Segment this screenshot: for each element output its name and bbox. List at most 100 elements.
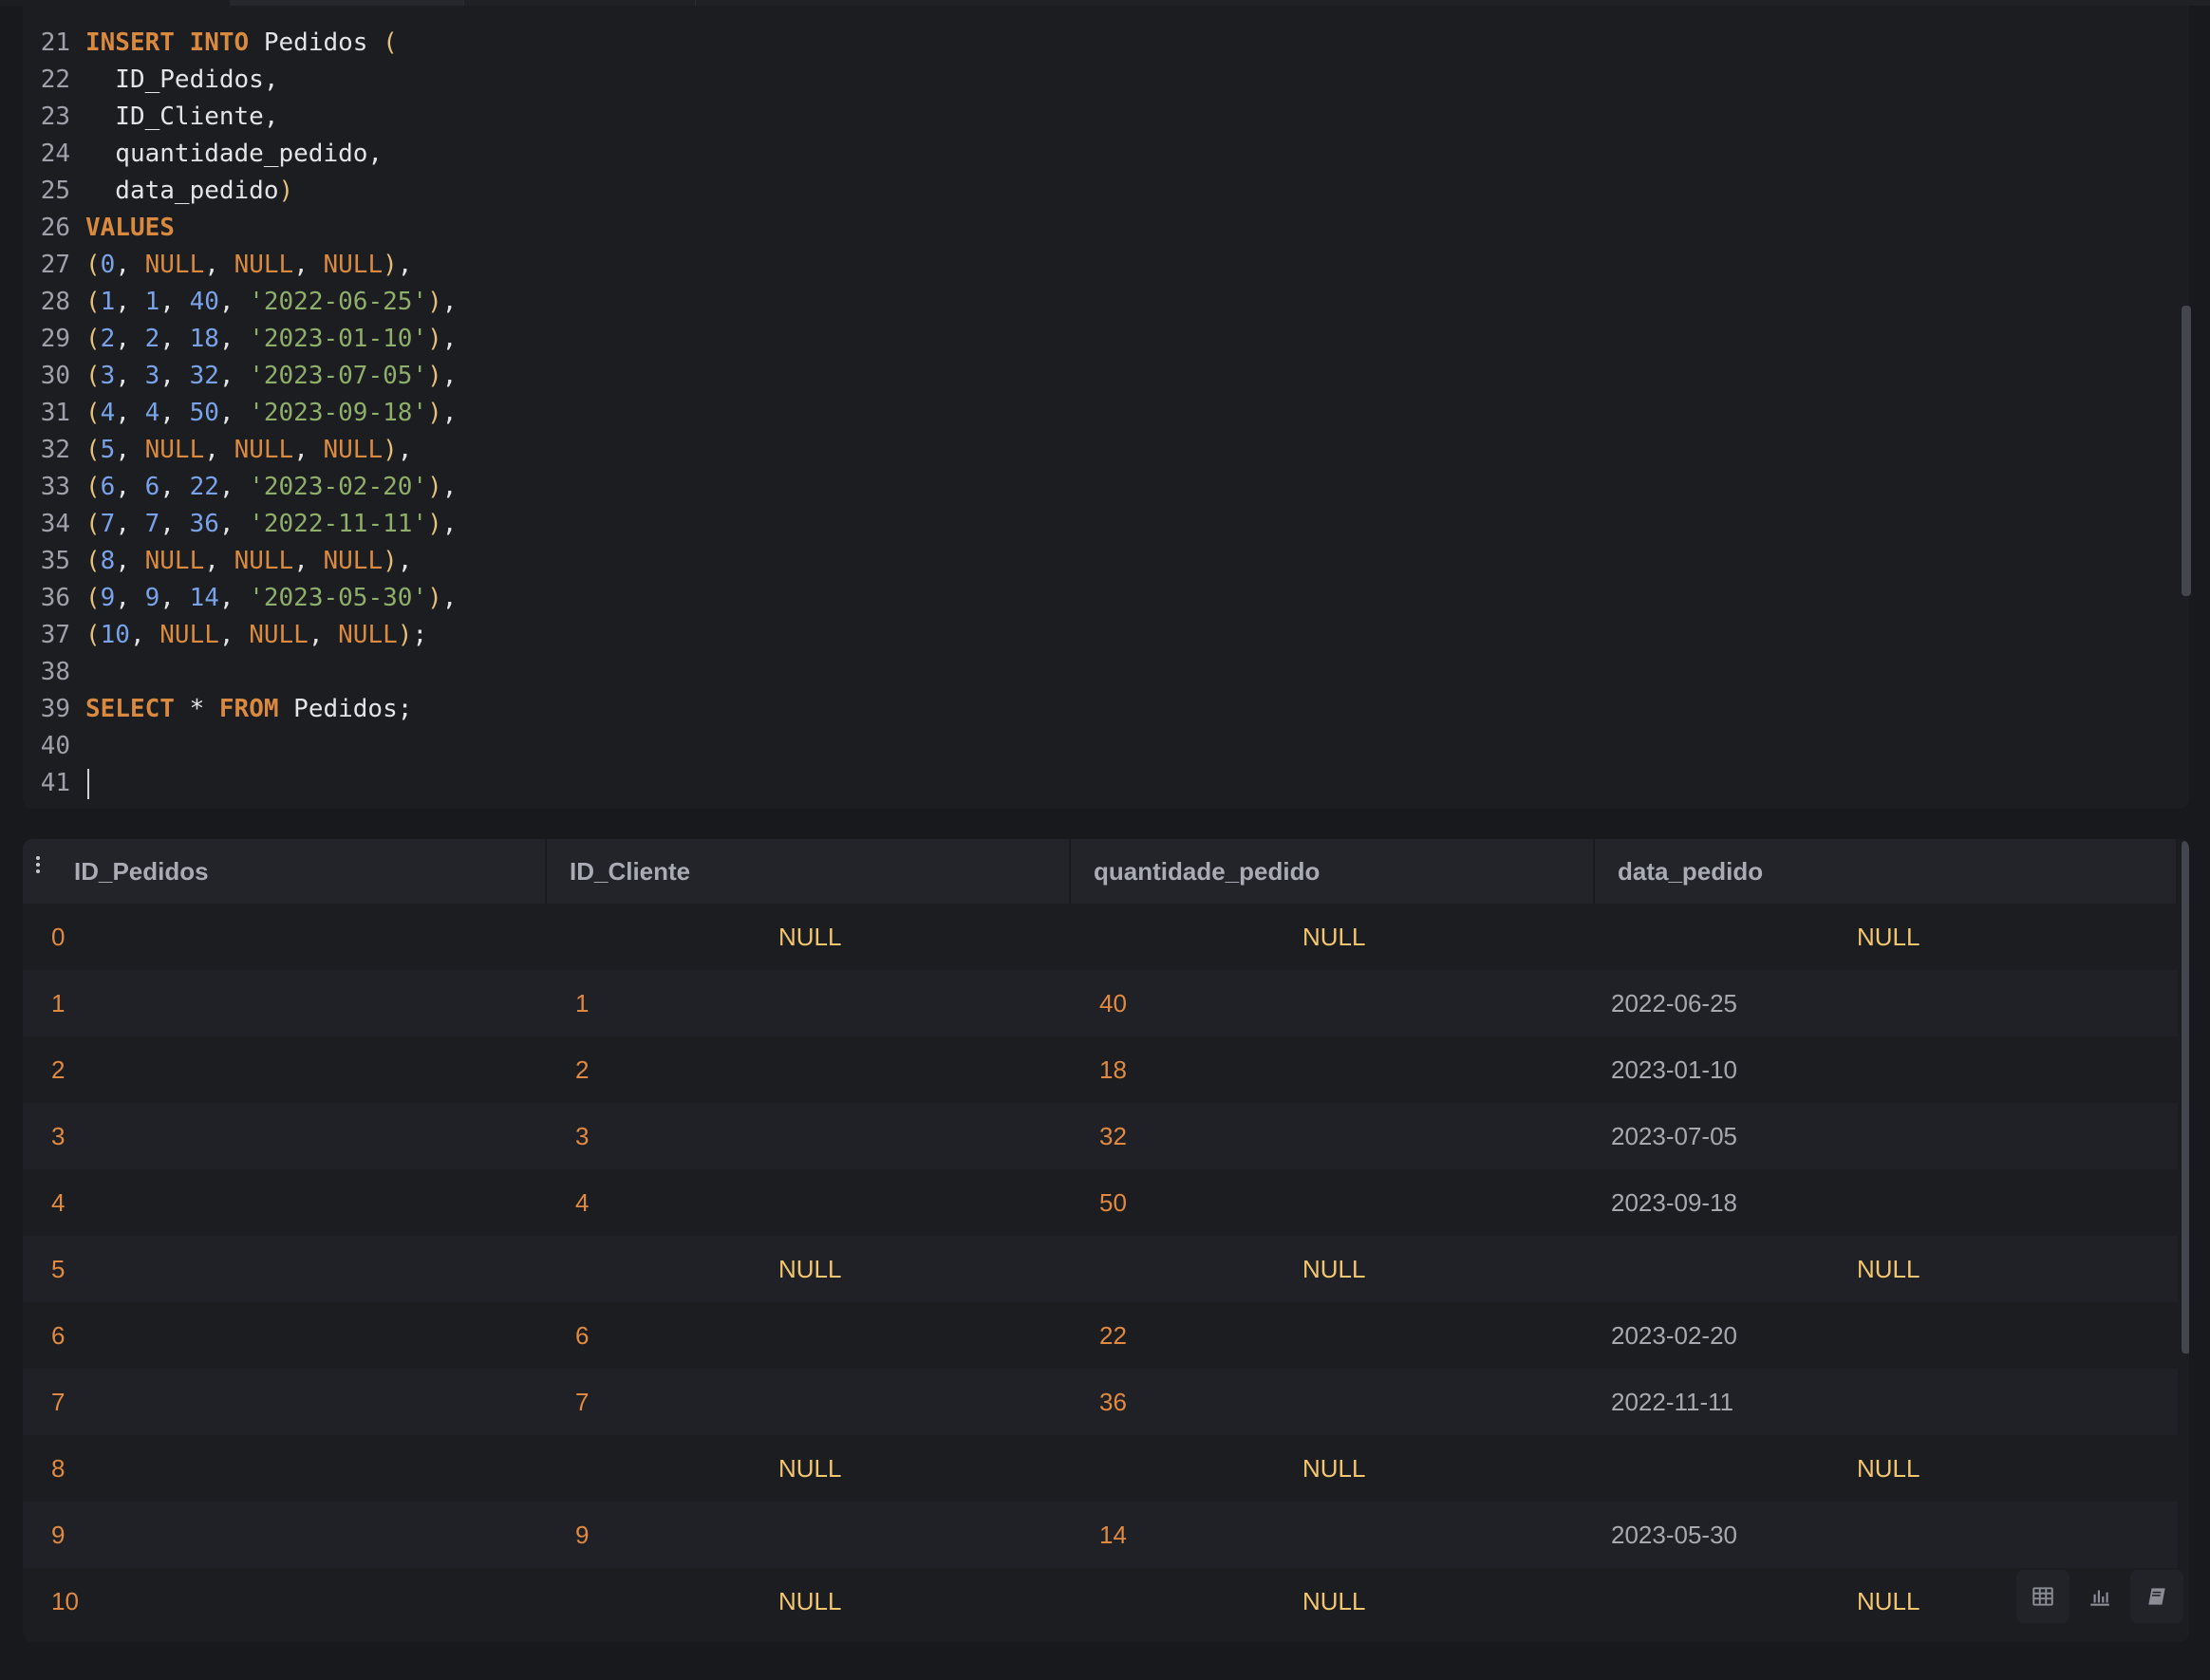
code-line[interactable]: 25 data_pedido): [23, 173, 293, 210]
code-line[interactable]: 26 VALUES: [23, 210, 175, 247]
table-cell[interactable]: 2023-01-10: [1611, 1036, 1737, 1103]
code-line[interactable]: 35 (8, NULL, NULL, NULL),: [23, 543, 413, 580]
code-line[interactable]: 23 ID_Cliente,: [23, 99, 279, 136]
table-cell[interactable]: NULL: [1857, 904, 1920, 970]
table-row[interactable]: 9 9 14 2023-05-30: [23, 1502, 2178, 1568]
code-line[interactable]: 33 (6, 6, 22, '2023-02-20'),: [23, 469, 458, 506]
code-token: 8: [100, 547, 116, 575]
table-row[interactable]: 4 4 50 2023-09-18: [23, 1169, 2178, 1236]
code-token: ,: [159, 325, 190, 353]
line-number: 24: [40, 140, 70, 168]
code-line[interactable]: 31 (4, 4, 50, '2023-09-18'),: [23, 395, 458, 432]
table-cell[interactable]: NULL: [1302, 1435, 1365, 1502]
table-row[interactable]: 7 7 36 2022-11-11: [23, 1369, 2178, 1435]
line-number: 41: [40, 769, 70, 797]
table-cell[interactable]: 1: [51, 970, 65, 1036]
code-line[interactable]: 29 (2, 2, 18, '2023-01-10'),: [23, 321, 458, 358]
table-row[interactable]: 1 1 40 2022-06-25: [23, 970, 2178, 1036]
editor-scrollbar[interactable]: [2182, 306, 2191, 596]
table-cell[interactable]: NULL: [1302, 1236, 1365, 1302]
table-cell[interactable]: 4: [51, 1169, 65, 1236]
table-cell[interactable]: 9: [51, 1502, 65, 1568]
code-line[interactable]: 36 (9, 9, 14, '2023-05-30'),: [23, 580, 458, 617]
table-view-button[interactable]: [2016, 1570, 2070, 1623]
table-cell[interactable]: 7: [575, 1369, 589, 1435]
table-cell[interactable]: 2022-11-11: [1611, 1369, 1733, 1435]
code-token: (: [85, 621, 101, 649]
table-cell[interactable]: 3: [51, 1103, 65, 1169]
table-row[interactable]: 2 2 18 2023-01-10: [23, 1036, 2178, 1103]
code-token: ,: [441, 473, 458, 501]
table-cell[interactable]: 2: [575, 1036, 589, 1103]
table-cell[interactable]: 36: [1099, 1369, 1127, 1435]
table-cell[interactable]: 8: [51, 1435, 65, 1502]
code-line[interactable]: 24 quantidade_pedido,: [23, 136, 383, 173]
table-cell[interactable]: 14: [1099, 1502, 1127, 1568]
table-cell[interactable]: NULL: [778, 1236, 841, 1302]
table-cell[interactable]: NULL: [1302, 904, 1365, 970]
code-token: Pedidos: [249, 28, 384, 57]
table-cell[interactable]: 18: [1099, 1036, 1127, 1103]
table-cell[interactable]: 7: [51, 1369, 65, 1435]
table-row[interactable]: 8 NULL NULL NULL: [23, 1435, 2178, 1502]
table-cell[interactable]: 6: [51, 1302, 65, 1369]
table-cell[interactable]: 10: [51, 1568, 79, 1634]
table-cell[interactable]: 6: [575, 1302, 589, 1369]
code-line[interactable]: 28 (1, 1, 40, '2022-06-25'),: [23, 284, 458, 321]
code-token: (: [85, 584, 101, 612]
table-cell[interactable]: 3: [575, 1103, 589, 1169]
code-line[interactable]: 22 ID_Pedidos,: [23, 62, 279, 99]
notebook-view-button[interactable]: [2130, 1570, 2183, 1623]
table-cell[interactable]: 2022-06-25: [1611, 970, 1737, 1036]
code-line[interactable]: 38: [23, 654, 85, 691]
table-cell[interactable]: 40: [1099, 970, 1127, 1036]
table-cell[interactable]: NULL: [1302, 1568, 1365, 1634]
table-cell[interactable]: NULL: [778, 904, 841, 970]
column-header[interactable]: ID_Cliente: [547, 839, 1071, 904]
code-line[interactable]: 39 SELECT * FROM Pedidos;: [23, 691, 413, 728]
table-cell[interactable]: NULL: [1857, 1435, 1920, 1502]
table-cell[interactable]: NULL: [1857, 1568, 1920, 1634]
code-line[interactable]: 21 INSERT INTO Pedidos (: [23, 25, 398, 62]
code-token: ,: [293, 436, 324, 464]
table-cell[interactable]: 2023-05-30: [1611, 1502, 1737, 1568]
code-line[interactable]: 34 (7, 7, 36, '2022-11-11'),: [23, 506, 458, 543]
table-cell[interactable]: 22: [1099, 1302, 1127, 1369]
table-row[interactable]: 5 NULL NULL NULL: [23, 1236, 2178, 1302]
table-cell[interactable]: 9: [575, 1502, 589, 1568]
table-cell[interactable]: 50: [1099, 1169, 1127, 1236]
table-cell[interactable]: 1: [575, 970, 589, 1036]
code-line[interactable]: 41: [23, 765, 89, 802]
table-cell[interactable]: 5: [51, 1236, 65, 1302]
table-cell[interactable]: 2023-09-18: [1611, 1169, 1737, 1236]
table-cell[interactable]: 0: [51, 904, 65, 970]
column-header[interactable]: data_pedido: [1595, 839, 2178, 904]
table-cell[interactable]: 32: [1099, 1103, 1127, 1169]
table-row[interactable]: 0 NULL NULL NULL: [23, 904, 2178, 970]
code-token: ,: [218, 288, 250, 316]
table-cell[interactable]: 2023-02-20: [1611, 1302, 1737, 1369]
code-line[interactable]: 32 (5, NULL, NULL, NULL),: [23, 432, 413, 469]
column-header[interactable]: quantidade_pedido: [1071, 839, 1595, 904]
table-row[interactable]: 6 6 22 2023-02-20: [23, 1302, 2178, 1369]
code-token: 50: [189, 399, 219, 427]
code-token: ): [383, 547, 398, 575]
code-line[interactable]: 27 (0, NULL, NULL, NULL),: [23, 247, 413, 284]
table-cell[interactable]: NULL: [1857, 1236, 1920, 1302]
sql-editor[interactable]: 21 INSERT INTO Pedidos (22 ID_Pedidos, 23 …: [23, 6, 2189, 809]
grid-scrollbar[interactable]: [2182, 841, 2189, 1353]
code-token: ,: [441, 510, 458, 538]
code-line[interactable]: 30 (3, 3, 32, '2023-07-05'),: [23, 358, 458, 395]
table-row[interactable]: 10 NULL NULL NULL: [23, 1568, 2178, 1634]
code-line[interactable]: 40: [23, 728, 85, 765]
table-cell[interactable]: 2: [51, 1036, 65, 1103]
table-cell[interactable]: NULL: [778, 1435, 841, 1502]
table-cell[interactable]: 4: [575, 1169, 589, 1236]
code-token: ): [427, 399, 442, 427]
table-cell[interactable]: NULL: [778, 1568, 841, 1634]
chart-view-button[interactable]: [2073, 1570, 2126, 1623]
table-row[interactable]: 3 3 32 2023-07-05: [23, 1103, 2178, 1169]
table-cell[interactable]: 2023-07-05: [1611, 1103, 1737, 1169]
column-header[interactable]: ID_Pedidos: [23, 839, 547, 904]
code-line[interactable]: 37 (10, NULL, NULL, NULL);: [23, 617, 427, 654]
